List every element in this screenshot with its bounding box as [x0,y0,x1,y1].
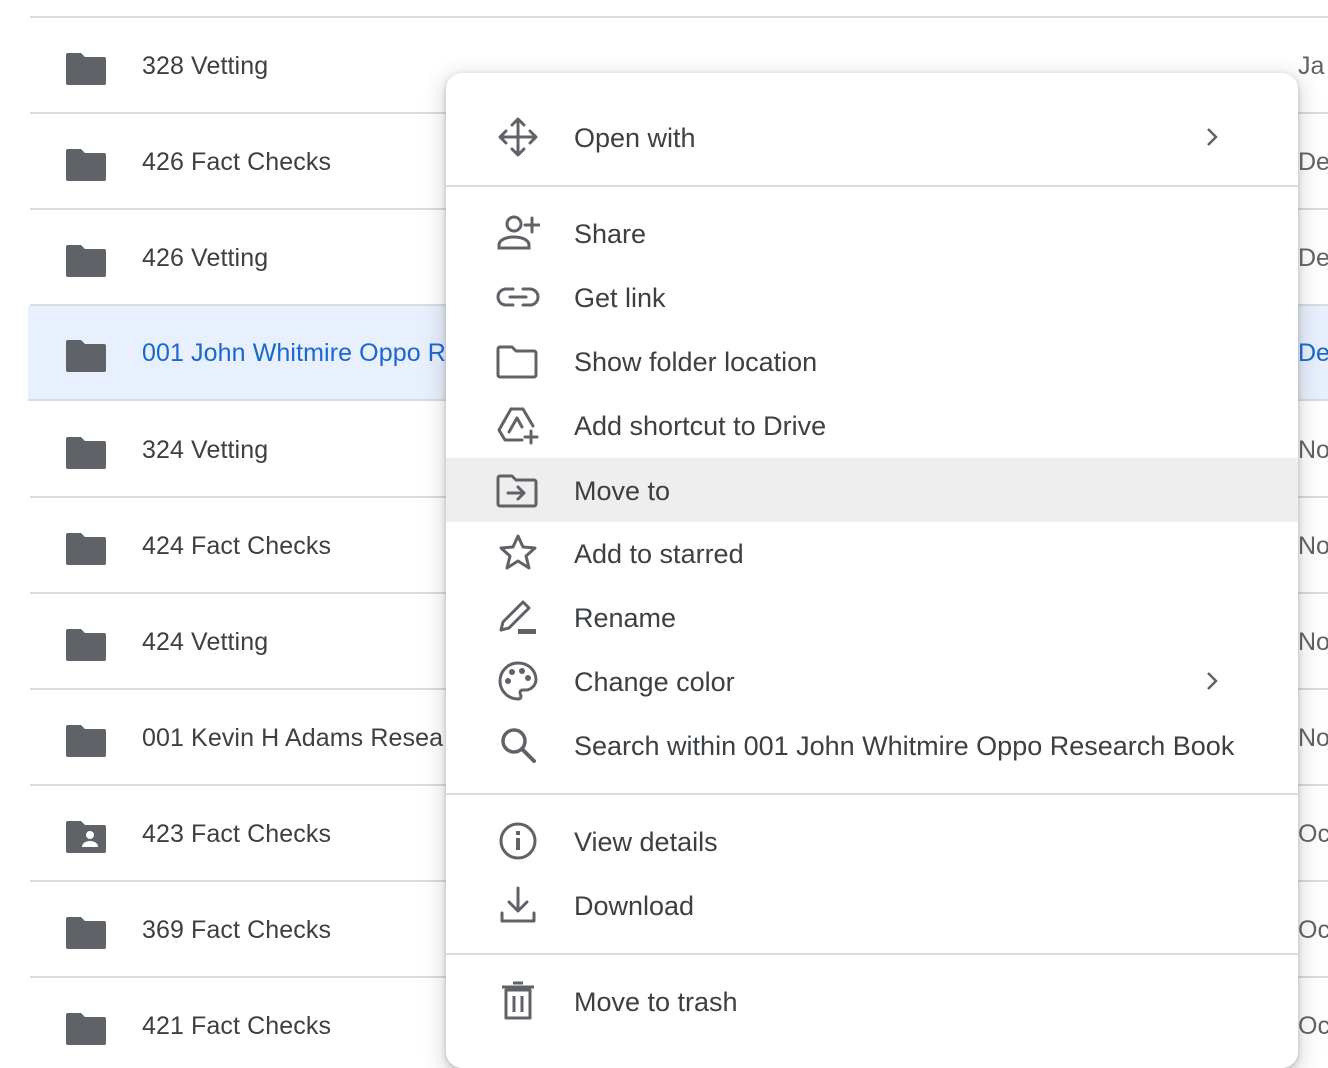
folder-icon [66,245,106,277]
file-name: 421 Fact Checks [142,1012,332,1040]
folder-icon [66,725,106,757]
menu-item-change-color[interactable]: Change color [446,649,1298,713]
folder-icon [66,149,106,181]
file-name: 328 Vetting [142,52,269,80]
menu-item-label: Share [574,219,647,249]
info-icon [499,822,537,860]
menu-item-search-within[interactable]: Search within 001 John Whitmire Oppo Res… [446,713,1298,777]
shared-folder-icon [66,821,106,853]
menu-item-label: Open with [574,123,696,153]
menu-item-label: Add to starred [574,539,744,569]
menu-item-open-with[interactable]: Open with [446,105,1298,169]
file-date: No [1298,628,1328,656]
edit-icon [499,600,536,634]
menu-item-label: Move to trash [574,987,738,1017]
menu-item-label: Add shortcut to Drive [574,411,827,441]
person-add-icon [497,215,540,250]
menu-item-label: Move to [574,476,671,506]
menu-item-label: Get link [574,283,666,313]
folder-icon [66,1013,106,1045]
file-date: No [1298,724,1328,752]
menu-item-show-folder-location[interactable]: Show folder location [446,329,1298,393]
menu-item-label: View details [574,827,718,857]
file-name: 424 Fact Checks [142,532,332,560]
folder-icon [66,437,106,469]
menu-divider [446,793,1298,795]
link-icon [496,287,540,307]
drive-window: 328 Vetting Ja 426 Fact Checks De 426 Ve… [0,0,1328,1068]
chevron-right-icon [1207,128,1218,146]
file-date: No [1298,436,1328,464]
menu-item-add-shortcut[interactable]: Add shortcut to Drive [446,393,1298,457]
file-name: 369 Fact Checks [142,916,332,944]
menu-item-view-details[interactable]: View details [446,809,1298,873]
file-date: Oc [1298,1012,1328,1040]
search-icon [501,728,536,763]
folder-outline-icon [496,345,538,379]
menu-item-label: Show folder location [574,347,818,377]
star-outline-icon [499,534,537,570]
menu-item-label: Rename [574,603,677,633]
file-name: 001 John Whitmire Oppo R [142,339,446,367]
list-top-divider [30,16,1328,18]
file-date: Oc [1298,820,1328,848]
menu-item-label: Download [574,891,695,921]
file-name: 423 Fact Checks [142,820,332,848]
file-name: 324 Vetting [142,436,269,464]
file-name: 424 Vetting [142,628,269,656]
palette-icon [498,661,538,701]
file-name: 426 Fact Checks [142,148,332,176]
open-with-icon [498,117,538,157]
drive-file-move-icon [496,474,538,508]
folder-icon [66,629,106,661]
trash-icon [502,981,534,1020]
file-name: 426 Vetting [142,244,269,272]
download-icon [500,886,536,923]
menu-divider [446,953,1298,955]
file-date: De [1298,244,1328,272]
file-date: De [1298,148,1328,176]
file-name: 001 Kevin H Adams Resea [142,724,444,752]
file-date: Oc [1298,916,1328,944]
file-date: Ja [1298,52,1325,80]
menu-item-download[interactable]: Download [446,873,1298,937]
menu-item-rename[interactable]: Rename [446,585,1298,649]
file-date: No [1298,532,1328,560]
menu-divider [446,185,1298,187]
file-date: De [1298,339,1328,367]
menu-item-label: Search within 001 John Whitmire Oppo Res… [574,731,1235,761]
folder-icon [66,53,106,85]
folder-icon [66,340,106,372]
context-menu: Open with Share Get link Show folder loc… [446,73,1298,1068]
menu-item-move-to[interactable]: Move to [446,458,1298,522]
chevron-right-icon [1207,672,1218,690]
menu-item-move-to-trash[interactable]: Move to trash [446,969,1298,1033]
folder-icon [66,917,106,949]
add-to-drive-icon [497,407,539,445]
menu-item-share[interactable]: Share [446,201,1298,265]
folder-icon [66,533,106,565]
menu-item-add-starred[interactable]: Add to starred [446,521,1298,585]
menu-item-get-link[interactable]: Get link [446,265,1298,329]
menu-item-label: Change color [574,667,735,697]
